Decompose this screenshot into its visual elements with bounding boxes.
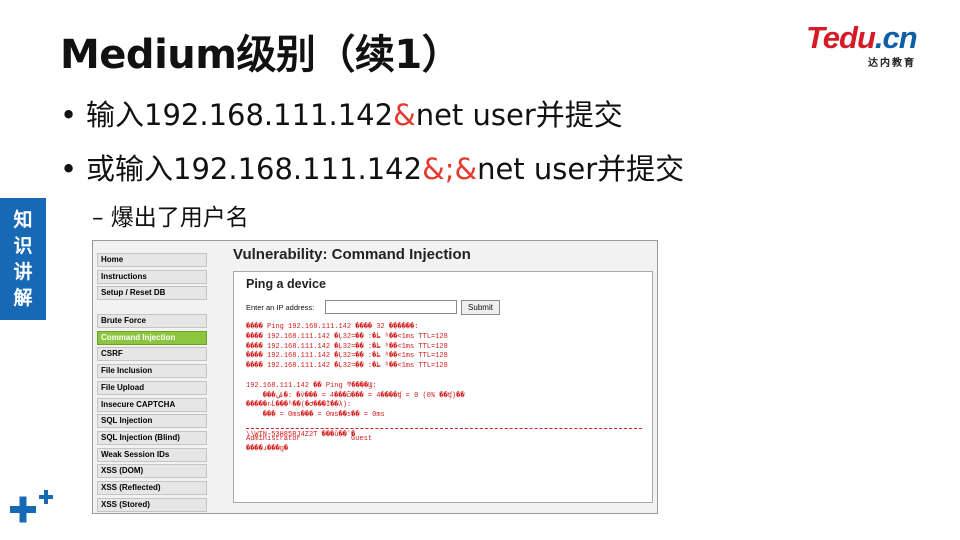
dvwa-menu: Home Instructions Setup / Reset DB Brute… [97, 253, 207, 513]
menu-item-home[interactable]: Home [97, 253, 207, 267]
dvwa-screenshot: Home Instructions Setup / Reset DB Brute… [92, 240, 658, 514]
menu-item-weak-session-ids[interactable]: Weak Session IDs [97, 447, 207, 462]
ip-label: Enter an IP address: [246, 303, 315, 312]
output-line: ���� 192.168.111.142 �Ļظ�: �ֽ�=32 ʱ��<1m… [246, 352, 448, 361]
menu-item-file-inclusion[interactable]: File Inclusion [97, 364, 207, 379]
output-separator [246, 428, 642, 429]
output-line: ��� = 0ms��� = 0ms��ƽ�� = 0ms [246, 411, 385, 420]
output-line: ���� 192.168.111.142 �Ļظ�: �ֽ�=32 ʱ��<1m… [246, 362, 448, 371]
ping-panel: Ping a device Enter an IP address: Submi… [233, 271, 653, 503]
output-line: ���ݰ�: �ѷ��� = 4���ѽ��� = 4����ʧ = 0 (0%… [246, 391, 465, 400]
output-line: 192.168.111.142 �� Ping ͳ����Ϣ: [246, 381, 377, 390]
submit-button[interactable]: Submit [461, 300, 500, 315]
logo-wordmark: Tedu.cn [806, 20, 918, 55]
menu-item-insecure-captcha[interactable]: Insecure CAPTCHA [97, 397, 207, 412]
plus-decoration-icon [10, 490, 53, 523]
menu-item-sql-injection-blind[interactable]: SQL Injection (Blind) [97, 430, 207, 445]
slide-title: Medium级别（续1） [60, 32, 462, 78]
menu-item-csrf[interactable]: CSRF [97, 347, 207, 362]
output-line: ���� 192.168.111.142 �Ļظ�: �ֽ�=32 ʱ��<1m… [246, 342, 448, 351]
sub-bullet: – 爆出了用户名 [92, 205, 249, 231]
command-output: ���� Ping 192.168.111.142 ���� 32 �ֽ����… [246, 323, 465, 441]
menu-item-brute-force[interactable]: Brute Force [97, 314, 207, 329]
output-line: ���� 192.168.111.142 �Ļظ�: �ֽ�=32 ʱ��<1m… [246, 332, 448, 341]
menu-item-setup[interactable]: Setup / Reset DB [97, 286, 207, 301]
bullet-1: • 输入192.168.111.142&net user并提交 [60, 98, 623, 132]
menu-item-xss-stored[interactable]: XSS (Stored) [97, 497, 207, 512]
tedu-logo: Tedu.cn 达内教育 [806, 20, 936, 69]
output-line: �����г̵Ĺ���ʱ��(�Ժ���Ϊ��λ): [246, 401, 352, 410]
menu-item-file-upload[interactable]: File Upload [97, 380, 207, 395]
menu-item-xss-dom[interactable]: XSS (DOM) [97, 464, 207, 479]
menu-item-sql-injection[interactable]: SQL Injection [97, 414, 207, 429]
bullet-2: • 或输入192.168.111.142&;&net user并提交 [60, 152, 685, 186]
menu-item-xss-reflected[interactable]: XSS (Reflected) [97, 480, 207, 495]
menu-item-command-injection[interactable]: Command Injection [97, 330, 207, 345]
logo-subtitle: 达内教育 [868, 58, 916, 69]
user-line: Administrator Guest [246, 435, 373, 443]
user-line: ����ɹ���ɡ� [246, 444, 289, 453]
knowledge-side-tab: 知 识 讲 解 [0, 198, 46, 320]
menu-item-instructions[interactable]: Instructions [97, 269, 207, 284]
page-title: Vulnerability: Command Injection [233, 246, 471, 263]
ip-input[interactable] [325, 300, 457, 314]
panel-title: Ping a device [246, 277, 326, 291]
output-line: ���� Ping 192.168.111.142 ���� 32 �ֽ����… [246, 323, 419, 331]
user-list-output: Administrator Guest ����ɹ���ɡ� [246, 435, 372, 455]
